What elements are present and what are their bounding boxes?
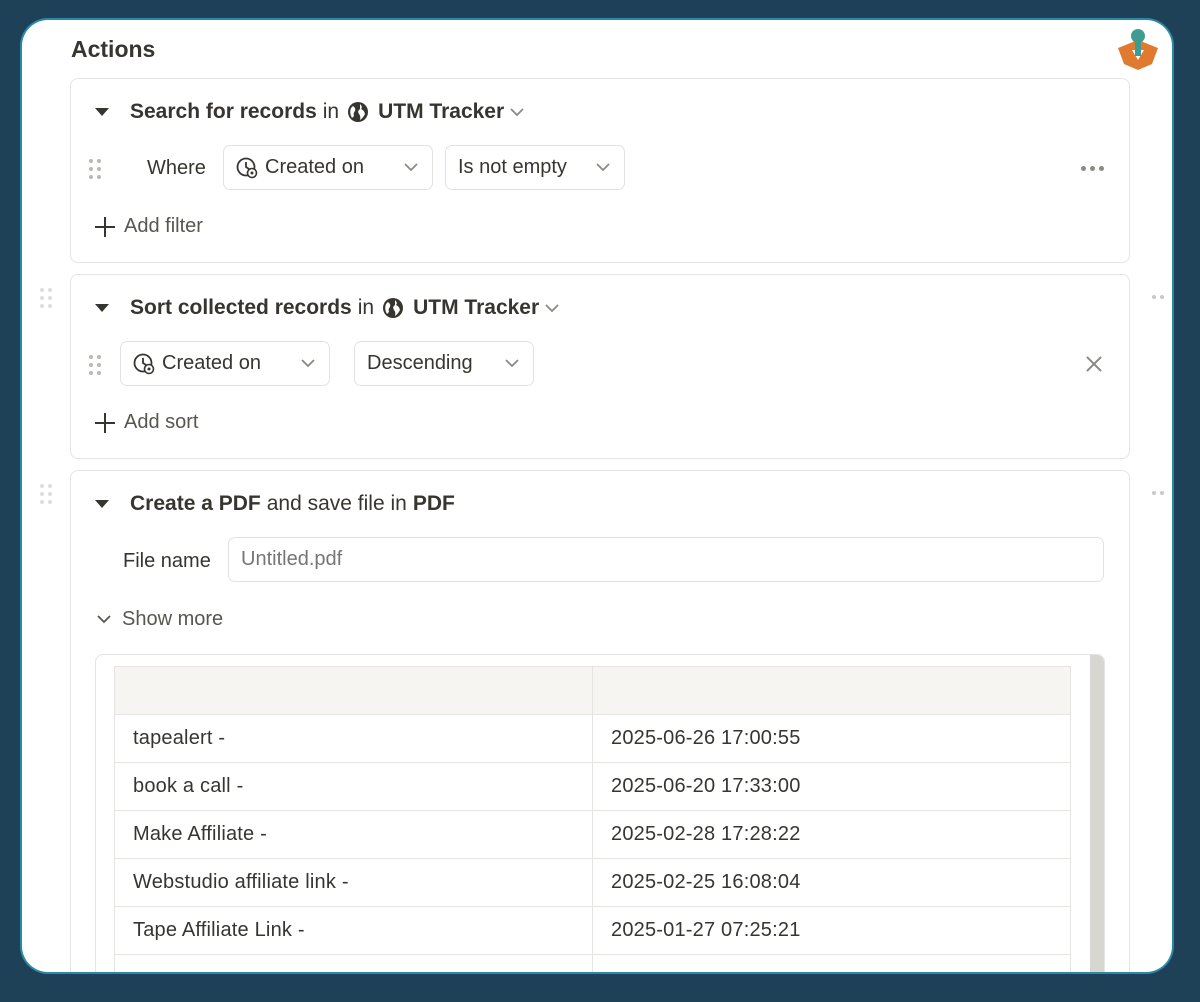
sort-direction-select[interactable]: Descending bbox=[354, 341, 534, 386]
plus-icon bbox=[95, 412, 115, 433]
sort-property-select[interactable]: Created on bbox=[120, 341, 330, 386]
action-title-mid: and save file in bbox=[266, 492, 407, 515]
add-sort-label: Add sort bbox=[124, 411, 199, 433]
in-label: in bbox=[357, 296, 375, 319]
clock-icon bbox=[133, 353, 155, 374]
plus-icon bbox=[95, 216, 115, 237]
action-title: Sort collected records bbox=[130, 296, 352, 319]
app-logo bbox=[1118, 29, 1158, 70]
table-cell: 2025-02-28 17:28:22 bbox=[592, 810, 1071, 859]
filter-condition-value: Is not empty bbox=[458, 156, 567, 178]
action-title-bold: Create a PDF bbox=[130, 492, 261, 515]
collapse-caret-icon[interactable] bbox=[95, 304, 109, 312]
table-row: Make Affiliate - 2025-02-28 17:28:22 bbox=[114, 810, 1071, 859]
search-records-card: Search for records in UTM Tracker Where bbox=[70, 78, 1130, 263]
file-name-input[interactable] bbox=[228, 537, 1104, 582]
automation-actions-panel: Actions Search for records in UTM Tracke… bbox=[22, 20, 1172, 972]
in-label: in bbox=[322, 100, 340, 123]
destination-name[interactable]: PDF bbox=[413, 492, 455, 516]
table-cell: book a call - bbox=[114, 762, 593, 811]
chevron-down-icon bbox=[404, 163, 418, 172]
add-filter-label: Add filter bbox=[124, 215, 203, 237]
more-icon[interactable] bbox=[1081, 166, 1107, 172]
collapse-caret-icon[interactable] bbox=[95, 108, 109, 116]
table-cell: 2025-01-27 07:25:21 bbox=[592, 906, 1071, 955]
add-sort-button[interactable]: Add sort bbox=[95, 411, 198, 434]
table-cell: Webstudio affiliate link - bbox=[114, 858, 593, 907]
chevron-down-icon bbox=[301, 359, 315, 368]
preview-table: tapealert - 2025-06-26 17:00:55 book a c… bbox=[114, 666, 1071, 972]
chevron-down-icon[interactable] bbox=[510, 107, 524, 117]
table-cell: 2025-02-25 16:08:04 bbox=[592, 858, 1071, 907]
where-label: Where bbox=[147, 157, 206, 179]
filter-property-select[interactable]: Created on bbox=[223, 145, 433, 190]
table-row: book a call - 2025-06-20 17:33:00 bbox=[114, 762, 1071, 811]
table-cell: tapealert - bbox=[114, 714, 593, 763]
globe-icon bbox=[383, 298, 404, 318]
globe-icon bbox=[348, 102, 369, 122]
drag-handle-icon[interactable] bbox=[89, 159, 103, 181]
preview-scrollbar[interactable] bbox=[1090, 655, 1104, 972]
sort-card-header[interactable]: Sort collected records in UTM Tracker bbox=[95, 295, 559, 321]
section-title: Actions bbox=[71, 36, 156, 62]
drag-handle-icon[interactable] bbox=[89, 355, 103, 377]
sort-direction-value: Descending bbox=[367, 352, 473, 374]
table-cell bbox=[592, 954, 1071, 972]
action-title: Search for records bbox=[130, 100, 317, 123]
table-cell: 2025-06-20 17:33:00 bbox=[592, 762, 1071, 811]
chevron-down-icon bbox=[505, 359, 519, 368]
column-header bbox=[592, 666, 1071, 715]
table-row: Tape Affiliate Link - 2025-01-27 07:25:2… bbox=[114, 906, 1071, 955]
pdf-card-header[interactable]: Create a PDF and save file in PDF bbox=[95, 491, 455, 517]
drag-handle-icon[interactable] bbox=[40, 484, 54, 506]
show-more-label: Show more bbox=[122, 608, 224, 630]
database-name[interactable]: UTM Tracker bbox=[413, 296, 539, 320]
drag-handle-icon[interactable] bbox=[40, 288, 54, 310]
filter-condition-select[interactable]: Is not empty bbox=[445, 145, 625, 190]
column-header bbox=[114, 666, 593, 715]
table-cell bbox=[114, 954, 593, 972]
database-name[interactable]: UTM Tracker bbox=[378, 100, 504, 124]
create-pdf-card: Create a PDF and save file in PDF File n… bbox=[70, 470, 1130, 972]
sort-records-card: Sort collected records in UTM Tracker Cr… bbox=[70, 274, 1130, 459]
chevron-down-icon bbox=[596, 163, 610, 172]
clock-icon bbox=[236, 157, 258, 178]
add-filter-button[interactable]: Add filter bbox=[95, 215, 203, 238]
more-icon[interactable] bbox=[1152, 295, 1166, 301]
table-row bbox=[114, 954, 1071, 972]
pdf-preview[interactable]: tapealert - 2025-06-26 17:00:55 book a c… bbox=[95, 654, 1105, 972]
chevron-down-icon[interactable] bbox=[545, 303, 559, 313]
search-card-header[interactable]: Search for records in UTM Tracker bbox=[95, 99, 524, 125]
table-cell: Make Affiliate - bbox=[114, 810, 593, 859]
table-row: Webstudio affiliate link - 2025-02-25 16… bbox=[114, 858, 1071, 907]
table-header-row bbox=[114, 666, 1071, 715]
sort-property-value: Created on bbox=[162, 352, 261, 374]
collapse-caret-icon[interactable] bbox=[95, 500, 109, 508]
show-more-toggle[interactable]: Show more bbox=[97, 608, 223, 631]
table-cell: Tape Affiliate Link - bbox=[114, 906, 593, 955]
close-icon[interactable] bbox=[1086, 356, 1102, 372]
file-name-label: File name bbox=[123, 550, 211, 572]
more-icon[interactable] bbox=[1152, 491, 1166, 497]
filter-property-value: Created on bbox=[265, 156, 364, 178]
table-cell: 2025-06-26 17:00:55 bbox=[592, 714, 1071, 763]
table-row: tapealert - 2025-06-26 17:00:55 bbox=[114, 714, 1071, 763]
chevron-down-icon bbox=[97, 615, 111, 624]
